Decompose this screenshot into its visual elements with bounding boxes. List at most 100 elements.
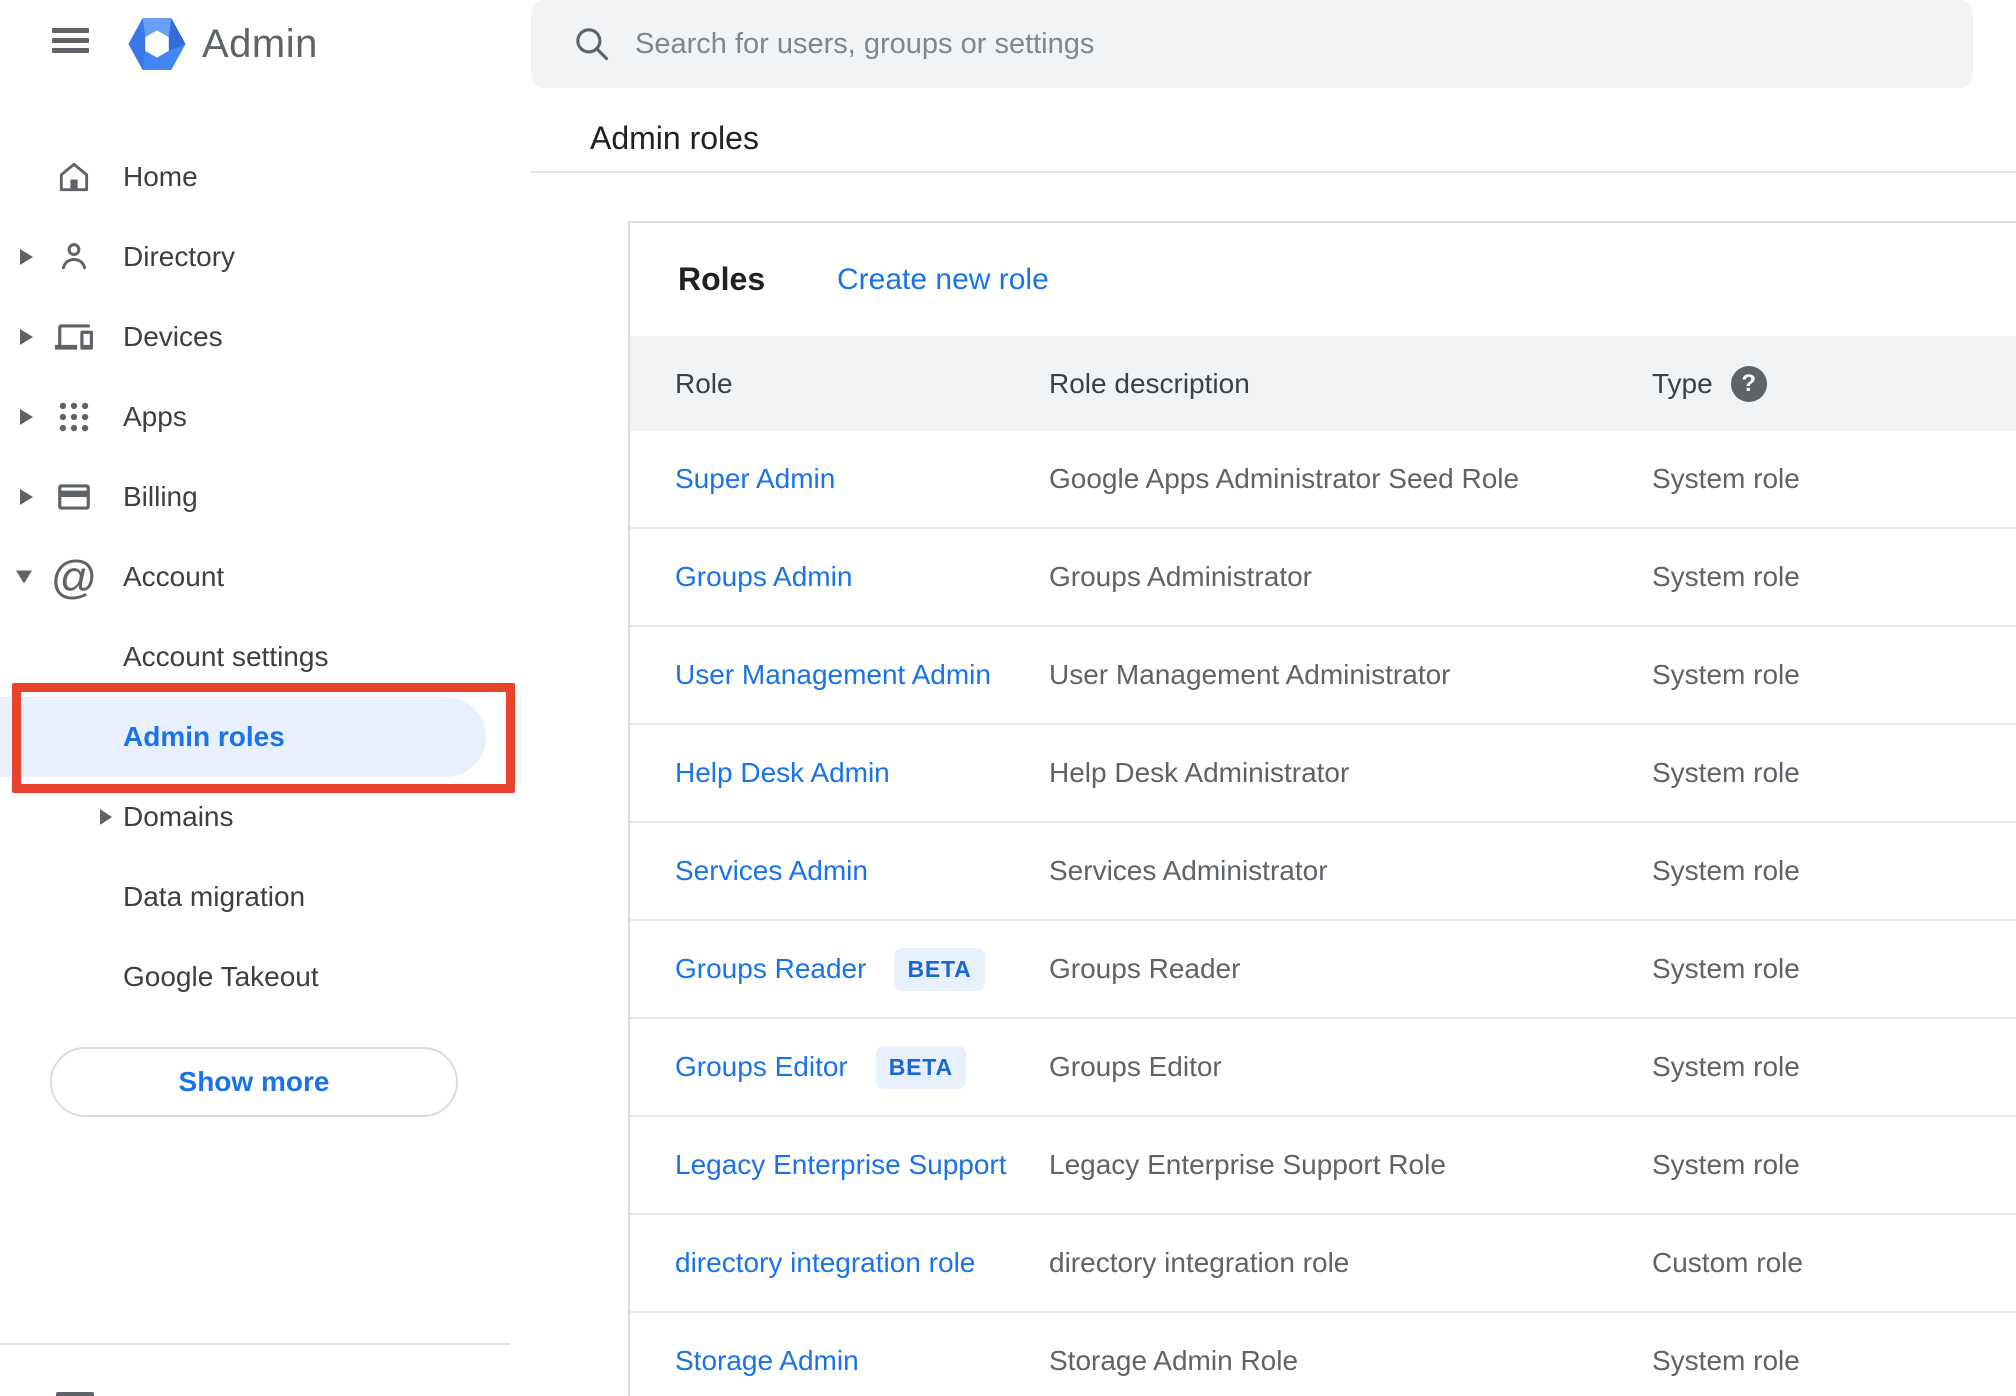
- sidebar-item-label: Home: [123, 161, 198, 192]
- role-link[interactable]: directory integration role: [675, 1247, 975, 1279]
- sidebar-item-account[interactable]: @ Account: [0, 537, 531, 617]
- sidebar-item-label: Account settings: [123, 641, 329, 672]
- role-description: User Management Administrator: [1049, 659, 1451, 690]
- expand-arrow-icon[interactable]: [20, 409, 33, 425]
- role-link[interactable]: Groups Editor: [675, 1051, 848, 1083]
- create-new-role-link[interactable]: Create new role: [837, 223, 1049, 336]
- table-row-user-management-admin[interactable]: User Management Admin User Management Ad…: [630, 627, 2016, 725]
- sidebar-nav: Home Directory Devices Apps Billing @ Ac…: [0, 137, 531, 1017]
- table-row-super-admin[interactable]: Super Admin Google Apps Administrator Se…: [630, 431, 2016, 529]
- role-description: Groups Administrator: [1049, 561, 1312, 592]
- sidebar-item-label: Devices: [123, 321, 223, 352]
- table-row-directory-integration-role[interactable]: directory integration role directory int…: [630, 1215, 2016, 1313]
- search-bar: [531, 0, 1973, 88]
- sidebar-item-data-migration[interactable]: Data migration: [0, 857, 531, 937]
- sidebar-item-home[interactable]: Home: [0, 137, 531, 217]
- sidebar-item-account-settings[interactable]: Account settings: [0, 617, 531, 697]
- google-admin-console: Admin Home Directory Devices Apps Billin…: [0, 0, 2016, 1396]
- role-description: Groups Reader: [1049, 953, 1241, 984]
- role-description: directory integration role: [1049, 1247, 1350, 1278]
- sidebar-item-label: Account: [123, 561, 225, 592]
- sidebar-item-label: Billing: [123, 481, 198, 512]
- role-link[interactable]: Groups Reader: [675, 953, 866, 985]
- sidebar-item-label: Google Takeout: [123, 961, 319, 992]
- at-sign-icon: @: [50, 551, 98, 603]
- expand-arrow-icon[interactable]: [100, 809, 112, 825]
- sidebar-item-label: Domains: [123, 801, 234, 832]
- sidebar-item-label: Admin roles: [123, 721, 285, 752]
- role-link[interactable]: Storage Admin: [675, 1345, 859, 1377]
- search-input[interactable]: [635, 14, 1973, 74]
- devices-icon: [54, 317, 94, 357]
- expand-arrow-icon[interactable]: [20, 249, 33, 265]
- sidebar-item-google-takeout[interactable]: Google Takeout: [0, 937, 531, 1017]
- expand-arrow-icon[interactable]: [20, 329, 33, 345]
- sidebar-item-apps[interactable]: Apps: [0, 377, 531, 457]
- column-header-role-description: Role description: [1049, 367, 1250, 399]
- logo-wordmark: Admin: [202, 21, 318, 66]
- role-type: System role: [1652, 1149, 1800, 1180]
- apps-grid-icon: [54, 397, 94, 437]
- column-header-role: Role: [675, 367, 733, 399]
- role-link[interactable]: User Management Admin: [675, 659, 991, 691]
- role-type: System role: [1652, 953, 1800, 984]
- roles-card-header: Roles Create new role: [630, 223, 2016, 336]
- column-header-type: Type ?: [1652, 365, 2016, 402]
- table-header-row: Role Role description Type ?: [630, 336, 2016, 431]
- table-row-groups-reader[interactable]: Groups Reader BETA Groups Reader System …: [630, 921, 2016, 1019]
- table-row-groups-admin[interactable]: Groups Admin Groups Administrator System…: [630, 529, 2016, 627]
- admin-hexagon-logo-icon: [128, 17, 186, 71]
- role-description: Storage Admin Role: [1049, 1345, 1299, 1376]
- sidebar-item-label: Data migration: [123, 881, 306, 912]
- role-type: System role: [1652, 855, 1800, 886]
- role-link[interactable]: Help Desk Admin: [675, 757, 890, 789]
- role-type: System role: [1652, 463, 1800, 494]
- sidebar: Admin Home Directory Devices Apps Billin…: [0, 0, 531, 1396]
- search-icon: [576, 28, 609, 61]
- roles-card: Roles Create new role Role Role descript…: [628, 221, 2016, 1396]
- sidebar-item-label: Directory: [123, 241, 236, 272]
- role-description: Groups Editor: [1049, 1051, 1222, 1082]
- clipped-sidebar-icon: [56, 1392, 94, 1396]
- help-icon[interactable]: ?: [1730, 365, 1767, 402]
- table-row-legacy-enterprise-support[interactable]: Legacy Enterprise Support Legacy Enterpr…: [630, 1117, 2016, 1215]
- show-more-button[interactable]: Show more: [50, 1047, 458, 1117]
- header-divider: [531, 171, 2016, 173]
- sidebar-item-label: Apps: [123, 401, 187, 432]
- role-description: Google Apps Administrator Seed Role: [1049, 463, 1520, 494]
- collapse-arrow-icon[interactable]: [16, 570, 32, 584]
- role-link[interactable]: Super Admin: [675, 463, 835, 495]
- role-description: Help Desk Administrator: [1049, 757, 1350, 788]
- sidebar-item-directory[interactable]: Directory: [0, 217, 531, 297]
- admin-logo: Admin: [126, 14, 318, 74]
- sidebar-item-devices[interactable]: Devices: [0, 297, 531, 377]
- beta-badge: BETA: [894, 947, 985, 991]
- role-type: Custom role: [1652, 1247, 1803, 1278]
- role-description: Legacy Enterprise Support Role: [1049, 1149, 1446, 1180]
- breadcrumb: Admin roles: [590, 120, 759, 156]
- role-link[interactable]: Legacy Enterprise Support: [675, 1149, 1007, 1181]
- sidebar-bottom-divider: [0, 1343, 510, 1345]
- table-row-groups-editor[interactable]: Groups Editor BETA Groups Editor System …: [630, 1019, 2016, 1117]
- table-row-services-admin[interactable]: Services Admin Services Administrator Sy…: [630, 823, 2016, 921]
- sidebar-item-domains[interactable]: Domains: [0, 777, 531, 857]
- beta-badge: BETA: [875, 1045, 966, 1089]
- sidebar-item-billing[interactable]: Billing: [0, 457, 531, 537]
- table-row-storage-admin[interactable]: Storage Admin Storage Admin Role System …: [630, 1313, 2016, 1396]
- role-type: System role: [1652, 659, 1800, 690]
- menu-icon[interactable]: [52, 28, 90, 53]
- sidebar-item-admin-roles[interactable]: Admin roles: [0, 697, 486, 777]
- person-icon: [54, 237, 94, 277]
- credit-card-icon: [54, 477, 94, 517]
- table-row-help-desk-admin[interactable]: Help Desk Admin Help Desk Administrator …: [630, 725, 2016, 823]
- role-description: Services Administrator: [1049, 855, 1328, 886]
- role-type: System role: [1652, 1345, 1800, 1376]
- home-icon: [54, 157, 94, 197]
- role-type: System role: [1652, 1051, 1800, 1082]
- role-type: System role: [1652, 561, 1800, 592]
- card-title: Roles: [678, 261, 766, 297]
- role-type: System role: [1652, 757, 1800, 788]
- role-link[interactable]: Services Admin: [675, 855, 868, 887]
- role-link[interactable]: Groups Admin: [675, 561, 852, 593]
- expand-arrow-icon[interactable]: [20, 489, 33, 505]
